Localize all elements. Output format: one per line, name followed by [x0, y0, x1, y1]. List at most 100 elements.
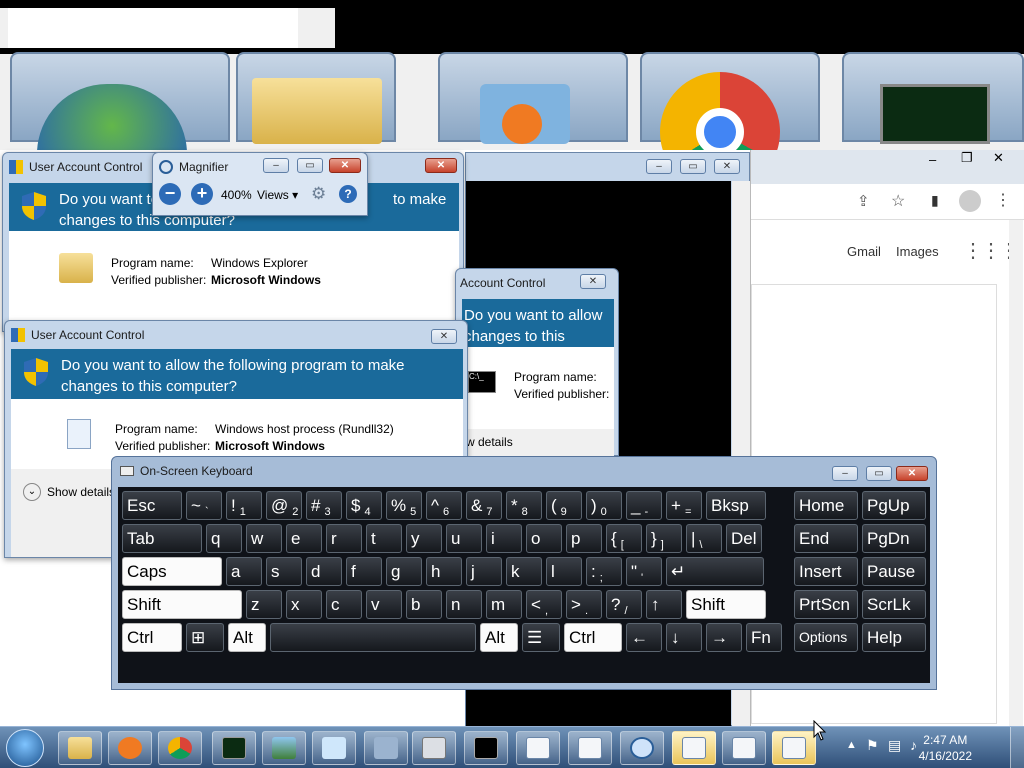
maximize-button[interactable]: ▭ [680, 159, 706, 174]
taskbar-media-player[interactable] [108, 731, 152, 765]
settings-gear-icon[interactable]: ⚙ [311, 184, 326, 204]
key-0-11[interactable]: ) 0 [586, 491, 622, 520]
key-2-4[interactable]: f [346, 557, 382, 586]
key-0-5[interactable]: $4 [346, 491, 382, 520]
key-3-4[interactable]: v [366, 590, 402, 619]
taskbar-magnifier[interactable] [620, 731, 664, 765]
key-1-8[interactable]: i [486, 524, 522, 553]
show-hidden-icons-icon[interactable]: ▲ [846, 739, 857, 751]
taskbar-window-2[interactable] [568, 731, 612, 765]
key-2-0[interactable]: Caps [122, 557, 222, 586]
taskbar-window-5[interactable] [772, 731, 816, 765]
key-2-8[interactable]: k [506, 557, 542, 586]
key-3-0[interactable]: Shift [122, 590, 242, 619]
key-1-13[interactable]: | \ [686, 524, 722, 553]
key-4-10[interactable]: Fn [746, 623, 782, 652]
show-desktop-button[interactable] [1010, 727, 1024, 768]
key-4-4[interactable]: Alt [480, 623, 518, 652]
taskbar-calculator[interactable] [412, 731, 456, 765]
views-dropdown[interactable]: Views ▾ [257, 188, 298, 202]
key-0-13[interactable]: + = [666, 491, 702, 520]
key-4-9[interactable]: → [706, 623, 742, 652]
key-0-12[interactable]: _ - [626, 491, 662, 520]
taskbar-photos[interactable] [262, 731, 306, 765]
show-details-link[interactable]: w details [466, 435, 513, 449]
key-4-1[interactable]: ⊞ [186, 623, 224, 652]
minimize-button[interactable]: ‒ [263, 158, 289, 173]
taskbar-notepad[interactable] [312, 731, 356, 765]
taskbar-window-4[interactable] [722, 731, 766, 765]
key-4-12[interactable]: Help [862, 623, 926, 652]
key-1-7[interactable]: u [446, 524, 482, 553]
minimize-icon[interactable]: ‒ [929, 152, 936, 167]
key-2-14[interactable]: Pause [862, 557, 926, 586]
taskbar-task-manager[interactable] [212, 731, 256, 765]
key-4-0[interactable]: Ctrl [122, 623, 182, 652]
chrome-scrollbar[interactable] [1009, 220, 1023, 726]
key-3-9[interactable]: >. [566, 590, 602, 619]
start-button[interactable] [6, 729, 44, 767]
key-3-8[interactable]: <, [526, 590, 562, 619]
key-0-14[interactable]: Bksp [706, 491, 766, 520]
key-1-2[interactable]: w [246, 524, 282, 553]
key-4-5[interactable]: ☰ [522, 623, 560, 652]
maximize-button[interactable]: ▭ [866, 466, 892, 481]
images-link[interactable]: Images [896, 244, 939, 259]
side-panel-icon[interactable]: ▮ [931, 192, 939, 209]
volume-icon[interactable]: ♪ [910, 737, 917, 753]
key-2-7[interactable]: j [466, 557, 502, 586]
close-button[interactable]: ✕ [580, 274, 606, 289]
minimize-button[interactable]: ‒ [832, 466, 858, 481]
restore-icon[interactable]: ❐ [961, 150, 973, 166]
bookmark-star-icon[interactable]: ☆ [891, 191, 905, 211]
key-0-16[interactable]: PgUp [862, 491, 926, 520]
key-2-5[interactable]: g [386, 557, 422, 586]
key-3-1[interactable]: z [246, 590, 282, 619]
key-1-4[interactable]: r [326, 524, 362, 553]
chevron-down-icon[interactable]: ⌄ [23, 483, 41, 501]
key-1-9[interactable]: o [526, 524, 562, 553]
show-details-link[interactable]: Show details [47, 485, 115, 499]
key-1-3[interactable]: e [286, 524, 322, 553]
key-3-13[interactable]: PrtScn [794, 590, 858, 619]
close-button[interactable]: ✕ [714, 159, 740, 174]
key-4-11[interactable]: Options [794, 623, 858, 652]
taskbar-window-1[interactable] [516, 731, 560, 765]
key-2-12[interactable]: ↵ [666, 557, 764, 586]
maximize-button[interactable]: ▭ [297, 158, 323, 173]
taskbar-keyboard[interactable] [364, 731, 408, 765]
key-1-12[interactable]: }] [646, 524, 682, 553]
key-0-7[interactable]: ^ 6 [426, 491, 462, 520]
key-4-8[interactable]: ↓ [666, 623, 702, 652]
help-icon[interactable]: ? [339, 185, 357, 203]
key-2-2[interactable]: s [266, 557, 302, 586]
key-0-15[interactable]: Home [794, 491, 858, 520]
network-icon[interactable]: ▤ [888, 737, 901, 754]
close-button[interactable]: ✕ [425, 158, 457, 173]
key-0-4[interactable]: #3 [306, 491, 342, 520]
action-center-icon[interactable]: ⚑ [866, 737, 879, 754]
key-4-7[interactable]: ← [626, 623, 662, 652]
system-clock[interactable]: 2:47 AM 4/16/2022 [919, 732, 972, 764]
key-4-2[interactable]: Alt [228, 623, 266, 652]
key-3-3[interactable]: c [326, 590, 362, 619]
close-button[interactable]: ✕ [329, 158, 361, 173]
key-1-0[interactable]: Tab [122, 524, 202, 553]
key-1-5[interactable]: t [366, 524, 402, 553]
key-1-11[interactable]: {[ [606, 524, 642, 553]
key-1-10[interactable]: p [566, 524, 602, 553]
taskbar-cmd[interactable] [464, 731, 508, 765]
key-3-7[interactable]: m [486, 590, 522, 619]
key-2-11[interactable]: " ' [626, 557, 662, 586]
key-1-15[interactable]: End [794, 524, 858, 553]
key-3-6[interactable]: n [446, 590, 482, 619]
key-1-16[interactable]: PgDn [862, 524, 926, 553]
key-0-6[interactable]: % 5 [386, 491, 422, 520]
key-0-10[interactable]: (9 [546, 491, 582, 520]
key-3-10[interactable]: ? / [606, 590, 642, 619]
key-3-14[interactable]: ScrLk [862, 590, 926, 619]
key-2-13[interactable]: Insert [794, 557, 858, 586]
close-button[interactable]: ✕ [896, 466, 928, 481]
key-2-6[interactable]: h [426, 557, 462, 586]
close-icon[interactable]: ✕ [993, 150, 1004, 166]
